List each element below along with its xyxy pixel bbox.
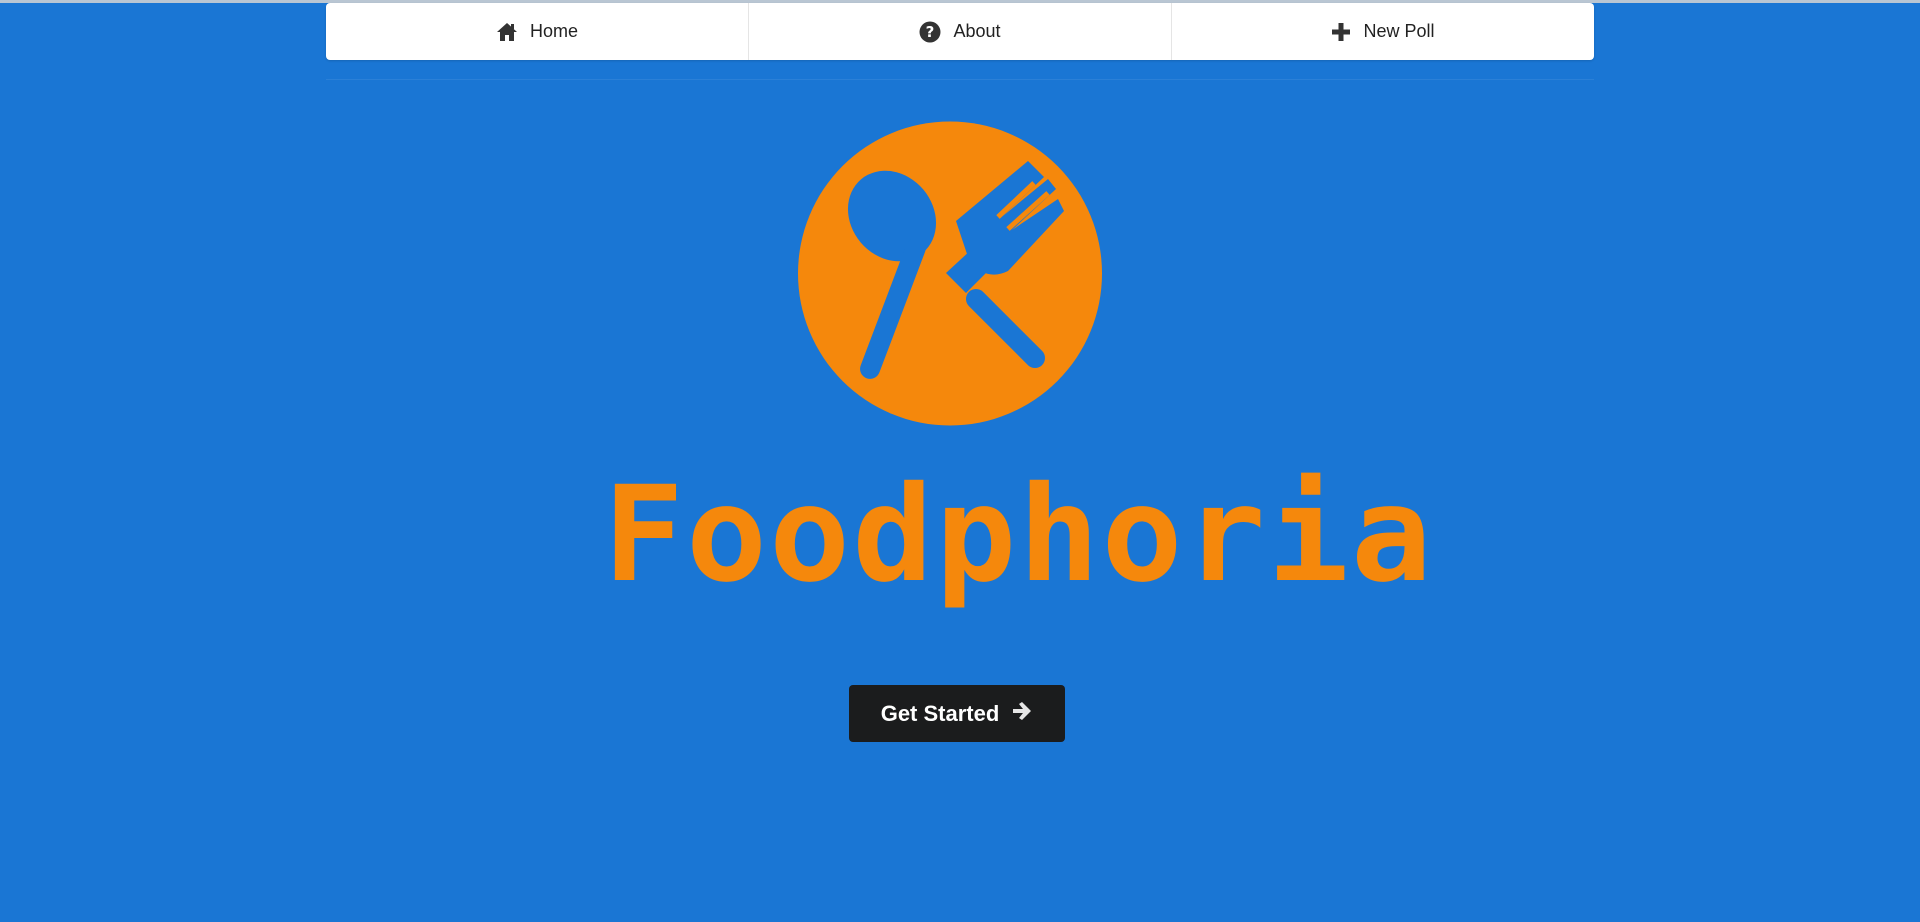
nav-item-about[interactable]: ? About — [749, 3, 1172, 60]
get-started-button[interactable]: Get Started — [849, 685, 1065, 742]
nav-item-new-poll[interactable]: New Poll — [1172, 3, 1594, 60]
top-navigation: Home ? About New Poll — [326, 3, 1594, 60]
nav-divider — [326, 79, 1594, 80]
home-icon — [496, 22, 518, 42]
plus-icon — [1331, 22, 1351, 42]
nav-item-home[interactable]: Home — [326, 3, 749, 60]
question-circle-icon: ? — [919, 21, 941, 43]
svg-text:?: ? — [926, 23, 935, 41]
nav-item-label: New Poll — [1363, 21, 1435, 41]
brand-title: Foodphoria — [602, 458, 1434, 612]
get-started-label: Get Started — [880, 700, 1000, 726]
nav-item-label: Home — [529, 21, 578, 41]
utensils-logo-icon — [798, 121, 1102, 426]
nav-item-label: About — [953, 21, 1001, 41]
arrow-right-icon — [1011, 701, 1033, 727]
